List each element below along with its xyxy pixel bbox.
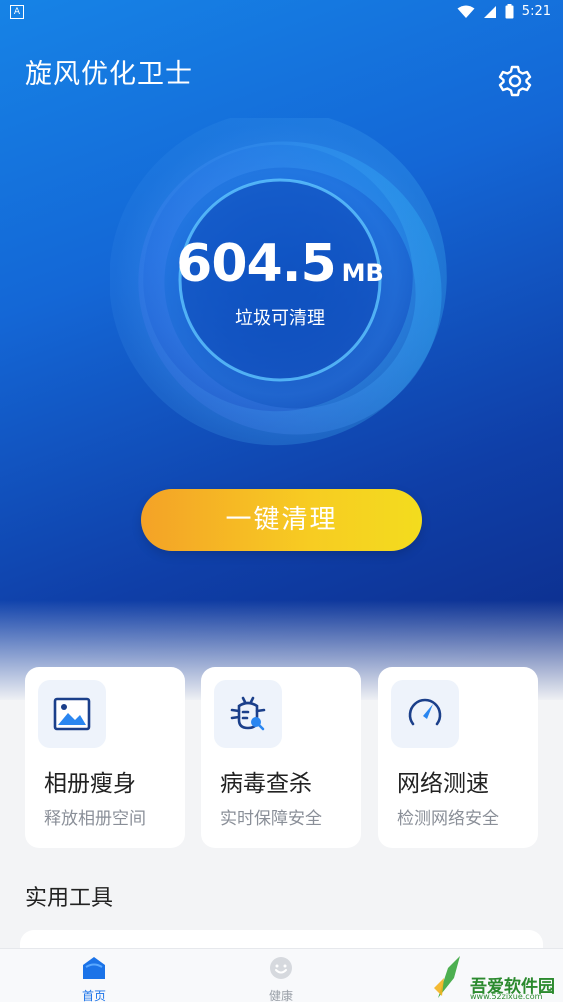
junk-ring: 604.5 MB 垃圾可清理 [110,118,450,448]
junk-size-unit: MB [341,259,384,287]
battery-icon [505,4,514,19]
feature-card-network-speed[interactable]: 网络测速 检测网络安全 [378,667,538,848]
speedometer-icon [408,698,442,726]
network-icon-box [391,680,459,748]
watermark-logo [434,956,460,998]
album-icon-box [38,680,106,748]
junk-size-value: 604.5 [176,234,336,294]
notification-a-icon: A [10,5,24,19]
tab-label: 健康 [268,989,293,1002]
wifi-icon [457,5,475,18]
feature-card-album-slim[interactable]: 相册瘦身 释放相册空间 [25,667,185,848]
junk-label: 垃圾可清理 [235,308,325,329]
bug-icon [230,696,266,731]
smile-icon [270,957,292,979]
tab-home[interactable]: 首页 [54,955,134,1002]
one-click-clean-button[interactable]: 一键清理 [141,489,422,551]
settings-button[interactable] [498,64,532,98]
tools-section-title: 实用工具 [25,886,114,911]
feature-card-virus-scan[interactable]: 病毒查杀 实时保障安全 [201,667,361,848]
tab-health[interactable]: 健康 [241,955,321,1002]
feature-title: 病毒查杀 [220,771,312,797]
feature-cards: 相册瘦身 释放相册空间 病毒查杀 实时保障安全 网络测速 检测网络安全 [25,667,538,848]
home-icon [83,957,105,979]
status-bar: A 5:21 [0,0,563,26]
feature-title: 网络测速 [397,771,489,797]
tab-label: 首页 [81,989,106,1002]
watermark-url: www.52zixue.com [470,992,543,1001]
feature-subtitle: 检测网络安全 [397,809,499,829]
junk-value-row: 604.5 MB [110,234,450,294]
virus-icon-box [214,680,282,748]
image-icon [53,697,91,731]
app-title: 旋风优化卫士 [25,59,193,90]
site-watermark: 吾爱软件园 www.52zixue.com [430,948,563,1002]
feature-title: 相册瘦身 [44,771,136,797]
gear-icon [498,65,532,97]
signal-icon [483,5,496,18]
feature-subtitle: 实时保障安全 [220,809,322,829]
status-time: 5:21 [521,4,551,19]
feature-subtitle: 释放相册空间 [44,809,146,829]
